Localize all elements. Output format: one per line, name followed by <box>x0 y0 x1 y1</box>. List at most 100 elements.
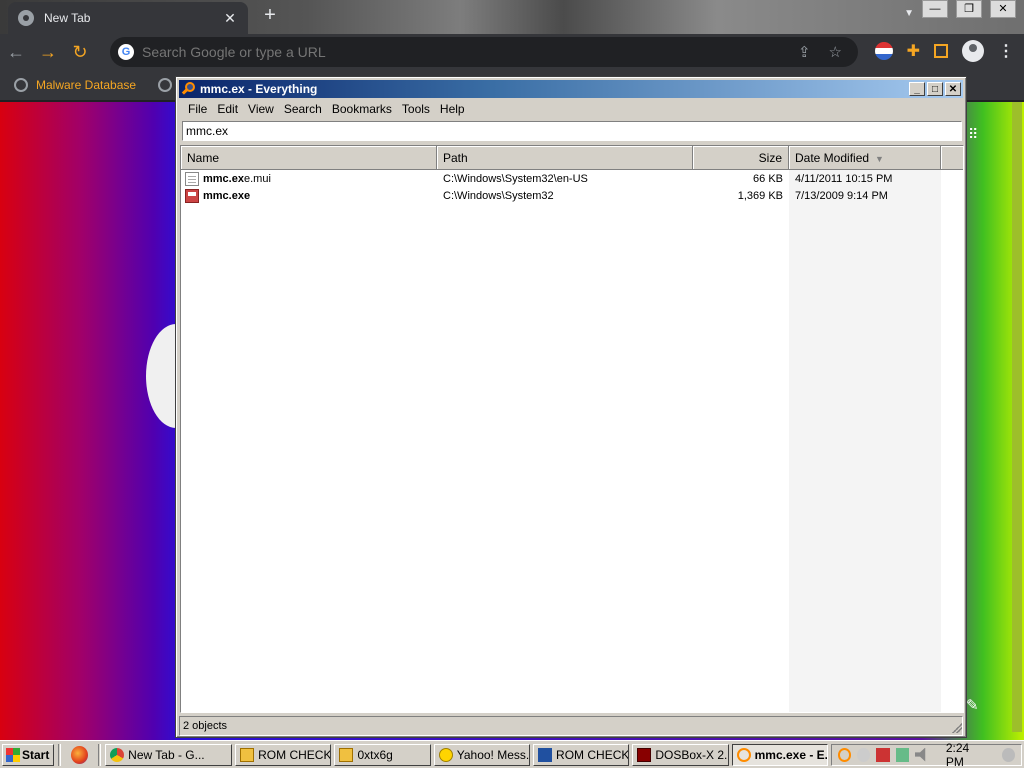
omnibox[interactable]: G ⇪ ☆ <box>110 37 858 67</box>
extensions-puzzle-icon[interactable]: ✚ <box>907 41 920 61</box>
share-icon[interactable]: ⇪ <box>798 43 811 61</box>
globe-icon <box>158 78 173 92</box>
messenger-tray-icon[interactable] <box>857 747 871 762</box>
column-header-date-modified[interactable]: Date Modified ▼ <box>789 146 941 169</box>
menu-bookmarks[interactable]: Bookmarks <box>327 102 397 116</box>
status-text: 2 objects <box>183 720 228 732</box>
minimize-icon[interactable]: — <box>922 0 948 18</box>
task-dosbox[interactable]: DOSBox-X 2... <box>632 743 729 766</box>
chrome-favicon-icon <box>18 10 34 26</box>
apps-grid-icon[interactable]: ⠿ <box>968 126 988 146</box>
start-button[interactable]: Start <box>2 743 54 766</box>
close-icon[interactable]: ✕ <box>945 82 961 96</box>
task-rom-check-2[interactable]: ROM CHECK... <box>533 743 630 766</box>
result-size: 66 KB <box>753 172 783 185</box>
window-title: mmc.ex - Everything <box>200 82 318 96</box>
firefox-quicklaunch-icon[interactable] <box>70 745 89 764</box>
folder-icon <box>339 747 354 762</box>
menu-help[interactable]: Help <box>435 102 470 116</box>
results-body: mmc.ex e.mui C:\Windows\System32\en-US 66… <box>181 170 963 712</box>
close-icon[interactable]: ✕ <box>990 0 1016 18</box>
system-tray: 2:24 PM <box>830 741 1023 768</box>
sorted-column-shade <box>789 170 941 712</box>
task-0xtx6g[interactable]: 0xtx6g <box>334 743 431 766</box>
menu-search[interactable]: Search <box>279 102 327 116</box>
reload-icon[interactable]: ↻ <box>64 42 96 63</box>
side-panel-icon[interactable] <box>934 44 948 58</box>
task-yahoo-messenger[interactable]: Yahoo! Mess... <box>433 743 531 766</box>
everything-tray-icon[interactable] <box>837 747 852 762</box>
rom-check-icon <box>538 747 553 762</box>
task-new-tab[interactable]: New Tab - G... <box>105 743 233 766</box>
new-tab-button[interactable]: + <box>258 4 282 27</box>
globe-icon <box>14 78 28 92</box>
result-date: 7/13/2009 9:14 PM <box>795 189 888 202</box>
column-header-size[interactable]: Size <box>693 146 789 169</box>
volume-icon[interactable] <box>914 747 926 762</box>
results-list: Name Path Size Date Modified ▼ mmc.ex e.mu… <box>180 145 964 713</box>
result-date: 4/11/2011 10:15 PM <box>795 172 893 185</box>
result-name-rest: e.mui <box>243 172 271 185</box>
result-size: 1,369 KB <box>737 189 783 202</box>
minimize-icon[interactable]: _ <box>909 82 925 96</box>
sort-descending-icon: ▼ <box>875 154 884 164</box>
chrome-tab-strip: New Tab ✕ + ▼ — ❐ ✕ <box>0 0 1024 34</box>
task-everything[interactable]: mmc.exe - E... <box>731 743 828 766</box>
menu-bar: File Edit View Search Bookmarks Tools He… <box>179 99 963 119</box>
magnifier-icon <box>181 82 196 96</box>
rom-check-icon <box>240 747 255 762</box>
taskbar-separator <box>57 743 61 766</box>
menu-edit[interactable]: Edit <box>212 102 243 116</box>
tab-new-tab[interactable]: New Tab ✕ <box>8 2 248 34</box>
restore-icon[interactable]: ❐ <box>956 0 982 18</box>
extension-flag-icon[interactable] <box>874 42 893 60</box>
resize-grip-icon[interactable] <box>952 723 962 733</box>
column-header-filler <box>941 146 963 169</box>
date-header-label: Date Modified <box>795 151 870 165</box>
everything-titlebar[interactable]: mmc.ex - Everything _ □ ✕ <box>179 80 963 98</box>
task-label: 0xtx6g <box>357 747 393 762</box>
result-name: mmc.ex e.mui <box>181 171 437 186</box>
show-desktop-icon[interactable] <box>1001 747 1015 762</box>
address-input[interactable] <box>142 44 798 60</box>
result-path: C:\Windows\System32 <box>443 189 554 202</box>
menu-tools[interactable]: Tools <box>397 102 435 116</box>
profile-avatar-icon[interactable] <box>962 40 984 62</box>
network-tray-icon[interactable] <box>895 747 909 762</box>
tab-title: New Tab <box>44 11 91 25</box>
forward-arrow-icon[interactable]: → <box>32 42 64 63</box>
column-header-path[interactable]: Path <box>437 146 693 169</box>
maximize-icon[interactable]: □ <box>927 82 943 96</box>
clock[interactable]: 2:24 PM <box>934 741 996 768</box>
menu-view[interactable]: View <box>243 102 279 116</box>
result-name-match: mmc.exe <box>203 189 251 202</box>
menu-file[interactable]: File <box>183 102 212 116</box>
bookmark-malware-database[interactable]: Malware Database <box>36 78 136 92</box>
close-tab-icon[interactable]: ✕ <box>222 10 238 27</box>
taskbar-separator <box>98 743 102 766</box>
chrome-icon <box>110 747 125 762</box>
status-bar: 2 objects <box>179 716 963 736</box>
task-label: mmc.exe - E... <box>754 747 828 762</box>
table-row[interactable]: mmc.exe C:\Windows\System32 1,369 KB 7/1… <box>181 187 963 204</box>
dosbox-icon <box>637 747 652 762</box>
column-header-name[interactable]: Name <box>181 146 437 169</box>
task-rom-check-1[interactable]: ROM CHECK... <box>235 743 332 766</box>
tab-search-chevron-icon[interactable]: ▼ <box>904 8 914 19</box>
exe-file-icon <box>185 188 199 203</box>
back-arrow-icon[interactable]: ← <box>0 42 32 63</box>
table-row[interactable]: mmc.ex e.mui C:\Windows\System32\en-US 66… <box>181 170 963 187</box>
taskbar: Start New Tab - G... ROM CHECK... 0xtx6g… <box>0 740 1024 768</box>
chrome-menu-icon[interactable]: ⋮ <box>998 41 1014 61</box>
yahoo-messenger-icon <box>438 747 453 762</box>
search-input[interactable] <box>182 121 962 141</box>
mui-file-icon <box>185 171 199 186</box>
security-tray-icon[interactable] <box>876 747 890 762</box>
task-label: ROM CHECK... <box>258 747 332 762</box>
page-scrollbar[interactable] <box>1012 102 1022 732</box>
task-label: ROM CHECK... <box>556 747 630 762</box>
bookmark-star-icon[interactable]: ☆ <box>829 43 842 61</box>
browser-window-controls: — ❐ ✕ <box>922 0 1016 18</box>
customize-pencil-icon[interactable]: ✎ <box>966 696 979 714</box>
results-header: Name Path Size Date Modified ▼ <box>181 146 963 170</box>
